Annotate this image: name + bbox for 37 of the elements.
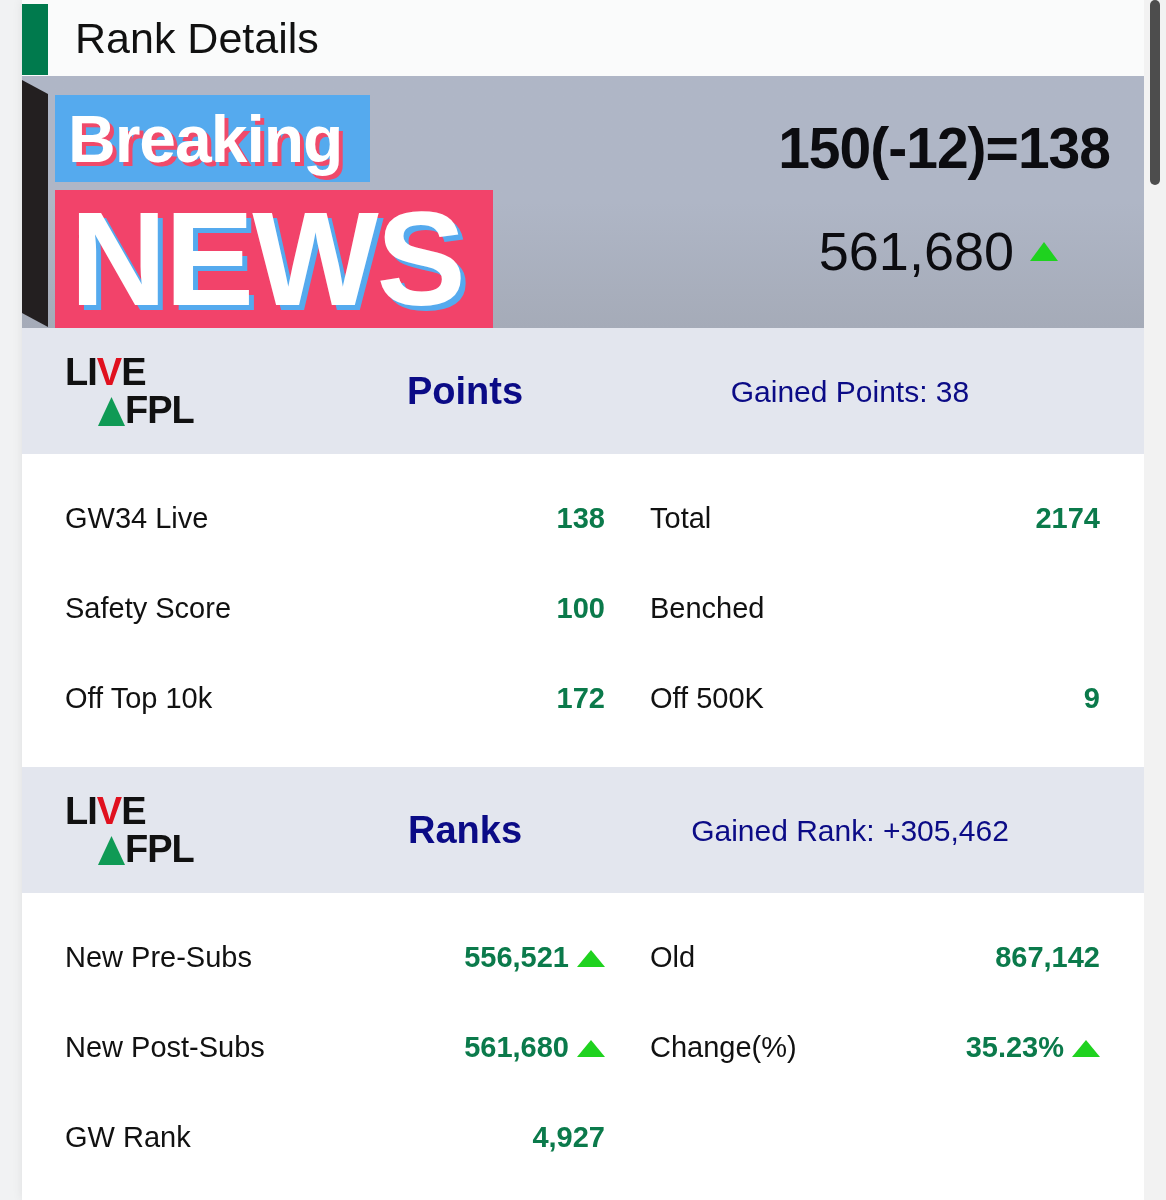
stat-value: 35.23% [965,1030,1064,1066]
stat-label: Old [650,940,696,976]
stat-value: 172 [556,681,605,717]
section-title: Ranks [407,807,523,853]
logo-text: LIVE [65,792,146,830]
stat-value: 2174 [1035,501,1100,537]
title-accent-bar [22,4,48,75]
breaking-sticker: Breaking [55,95,370,182]
logo-text: FPL [125,391,194,429]
stat-label: GW34 Live [65,501,209,537]
logo-text: FPL [125,830,194,868]
triangle-icon [98,396,125,426]
stat-label: Change(%) [650,1030,797,1066]
section-title: Points [406,368,524,414]
stat-value: 4,927 [532,1120,605,1156]
stat-value: 556,521 [464,940,569,976]
stat-label: Safety Score [65,591,232,627]
scrollbar-thumb[interactable] [1150,0,1160,185]
news-sticker: NEWS [55,190,493,328]
stat-value: 138 [556,501,605,537]
stat-value: 100 [556,591,605,627]
stat-label: Benched [650,591,765,627]
stat-label: Total [650,501,712,537]
stat-label: New Pre-Subs [65,940,252,976]
logo-text: LIVE [65,353,146,391]
stat-label: GW Rank [65,1120,191,1156]
stat-value: 867,142 [995,940,1100,976]
triangle-icon [98,835,125,865]
stat-label: Off Top 10k [65,681,213,717]
page-title: Rank Details [75,13,319,64]
stat-value: 561,680 [464,1030,569,1066]
section-summary: Gained Points: 38 [730,373,970,410]
stat-label: New Post-Subs [65,1030,265,1066]
section-summary: Gained Rank: +305,462 [691,812,1009,849]
stat-label: Off 500K [650,681,764,717]
overall-rank: 561,680 [818,224,1014,278]
stat-value: 9 [1083,681,1100,717]
